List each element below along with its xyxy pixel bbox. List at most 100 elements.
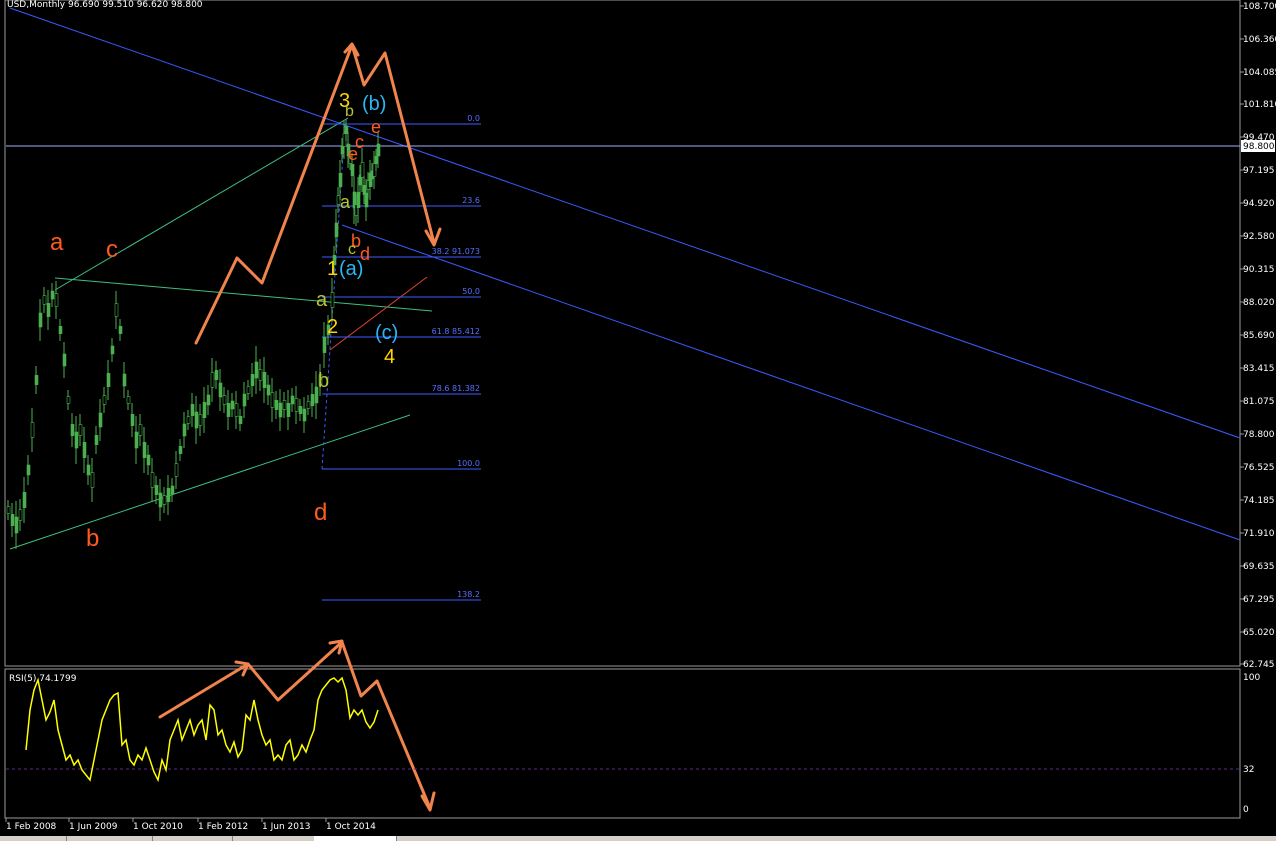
- candle-body: [26, 464, 31, 476]
- chart-tab-4[interactable]: [232, 836, 315, 841]
- forecast-arrows: [158, 42, 442, 812]
- wave-label-small-d: d: [360, 244, 370, 264]
- current-price-label: 98.800: [1243, 142, 1275, 152]
- rsi-axis-100: 100: [1243, 673, 1260, 683]
- candle-body: [94, 435, 99, 445]
- wave-label-small-b2: b: [345, 103, 354, 120]
- candle-body: [158, 492, 163, 508]
- chart-canvas[interactable]: USD,Monthly 96.690 99.510 96.620 98.800 …: [0, 0, 1276, 841]
- candle-body: [238, 416, 243, 424]
- candle-body: [302, 408, 307, 422]
- price-tick-label: 83.415: [1243, 364, 1275, 374]
- candle-body: [282, 400, 287, 410]
- wave-label-a: a: [50, 229, 64, 256]
- wave-label-1: 1: [327, 258, 338, 280]
- price-tick-label: 71.910: [1243, 529, 1275, 539]
- chart-header: USD,Monthly 96.690 99.510 96.620 98.800: [7, 0, 203, 10]
- candle-body: [86, 464, 91, 476]
- wave-label-c: c: [106, 236, 118, 263]
- candle-body: [110, 345, 115, 355]
- wave-label-d: d: [314, 499, 327, 526]
- candle-body: [242, 393, 247, 407]
- wave-label-small-c: c: [355, 132, 364, 152]
- price-tick-label: 67.295: [1243, 595, 1275, 605]
- candle-body: [170, 485, 175, 495]
- candle-body: [226, 403, 231, 417]
- wave-labels: a c b d 3 (b) 1 (a) 2 (c) 4 a b a b e c …: [50, 90, 398, 552]
- candle-body: [118, 326, 123, 334]
- fib-level-label: 78.6 81.382: [432, 384, 480, 393]
- chart-tab-active[interactable]: [314, 836, 397, 841]
- candle-body: [146, 454, 151, 466]
- candle-body: [186, 416, 191, 424]
- fib-level-label: 138.2: [457, 590, 480, 599]
- candle-body: [62, 353, 67, 367]
- wave-label-c-paren: (c): [375, 322, 398, 344]
- price-tick-label: 78.800: [1243, 430, 1275, 440]
- rsi-label: RSI(5) 74.1799: [9, 674, 77, 684]
- price-tick-label: 65.020: [1243, 628, 1275, 638]
- candle-body: [22, 492, 27, 508]
- candlesticks: [6, 119, 381, 549]
- chart-tab-1[interactable]: [0, 836, 67, 841]
- price-tick-label: 88.020: [1243, 298, 1275, 308]
- wave-label-small-a2: a: [340, 192, 351, 212]
- time-tick-label: 1 Feb 2012: [198, 822, 248, 832]
- time-tick-label: 1 Oct 2010: [133, 822, 183, 832]
- price-tick-label: 62.745: [1243, 660, 1275, 670]
- price-tick-label: 104.085: [1243, 68, 1276, 78]
- candle-body: [42, 295, 47, 305]
- candle-body: [130, 414, 135, 426]
- candle-body: [218, 382, 223, 398]
- candle-body: [30, 422, 35, 438]
- candle-body: [222, 395, 227, 405]
- price-tick-label: 85.690: [1243, 331, 1275, 341]
- candle-body: [18, 509, 23, 521]
- candle-body: [330, 292, 335, 308]
- candle-body: [258, 369, 263, 381]
- candle-body: [210, 372, 215, 388]
- wave-label-4: 4: [384, 346, 395, 368]
- chart-tab-2[interactable]: [66, 836, 153, 841]
- price-tick-label: 101.810: [1243, 100, 1276, 110]
- candle-body: [190, 404, 195, 416]
- candle-body: [214, 370, 219, 380]
- candle-body: [74, 431, 79, 449]
- price-tick-label: 81.075: [1243, 397, 1275, 407]
- candle-body: [270, 392, 275, 408]
- fib-level-label: 61.8 85.412: [432, 327, 480, 336]
- price-pane: [4, 0, 1241, 667]
- candle-body: [230, 400, 235, 410]
- time-tick-label: 1 Oct 2014: [326, 822, 376, 832]
- price-tick-label: 94.920: [1243, 199, 1275, 209]
- candle-body: [34, 375, 39, 385]
- candle-body: [262, 372, 267, 388]
- price-tick-label: 92.580: [1243, 232, 1275, 242]
- fib-level-label: 0.0: [467, 114, 480, 123]
- candle-body: [274, 400, 279, 410]
- candle-body: [66, 396, 71, 404]
- price-tick-label: 69.635: [1243, 562, 1275, 572]
- price-tick-label: 97.195: [1243, 166, 1275, 176]
- candle-body: [150, 472, 155, 488]
- time-tick-label: 1 Jun 2009: [69, 822, 118, 832]
- candle-body: [154, 485, 159, 495]
- candle-body: [206, 394, 211, 406]
- candle-body: [178, 446, 183, 454]
- fibonacci-retracement: 0.0 23.6 38.2 91.073 50.0 61.8 85.412 78.6 81…: [321, 114, 481, 601]
- candle-body: [322, 337, 327, 353]
- candle-body: [102, 395, 107, 405]
- fib-level-label: 100.0: [457, 459, 480, 468]
- price-tick-label: 74.185: [1243, 496, 1275, 506]
- candle-body: [134, 431, 139, 449]
- wave-label-2: 2: [327, 316, 338, 338]
- rsi-pane: [4, 668, 1241, 819]
- candle-body: [254, 361, 259, 379]
- candle-body: [6, 506, 11, 514]
- chart-tab-3[interactable]: [152, 836, 233, 841]
- wave-label-small-e2: e: [371, 117, 381, 137]
- candle-body: [82, 442, 87, 458]
- candle-body: [54, 293, 59, 307]
- candle-body: [310, 394, 315, 406]
- candle-body: [350, 164, 355, 176]
